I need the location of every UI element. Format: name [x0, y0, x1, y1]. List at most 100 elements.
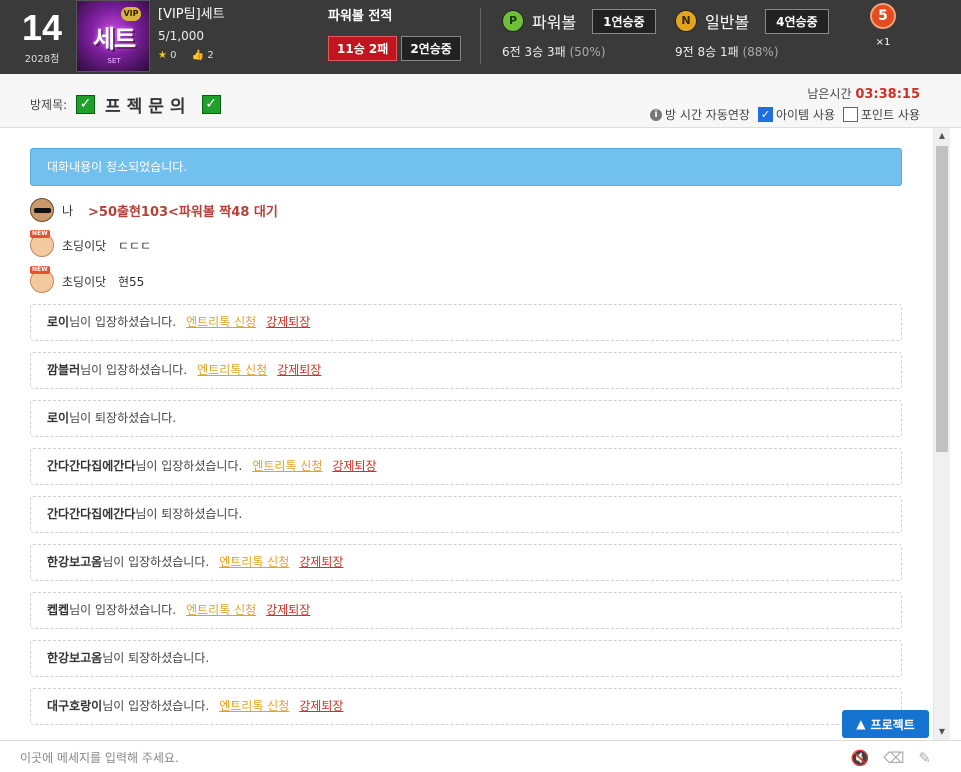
entry-talk-link[interactable]: 엔트리톡 신청 — [219, 699, 289, 713]
normalball-streak: 4연승중 — [765, 8, 829, 34]
powerball-streak: 1연승중 — [592, 8, 656, 34]
star-icon: ★ — [158, 50, 167, 61]
check-icon: ✓ — [76, 95, 95, 114]
avatar[interactable]: NEW — [30, 266, 54, 293]
system-user[interactable]: 간다간다집에간다 — [47, 459, 135, 473]
item-use-label: 아이템 사용 — [775, 108, 835, 122]
magic-wand-icon[interactable]: ✎ — [918, 749, 931, 767]
room-title-label: 방제목: — [30, 98, 68, 112]
info-icon: i — [650, 108, 663, 121]
system-text: 님이 입장하셨습니다. — [135, 459, 243, 473]
system-message: 한강보고옴님이 퇴장하셨습니다. — [30, 640, 902, 677]
level-number: 14 — [21, 7, 63, 48]
point-use-checkbox[interactable] — [842, 107, 858, 122]
system-message: 로이님이 퇴장하셨습니다. — [30, 400, 902, 437]
scroll-down-icon[interactable]: ▼ — [934, 724, 950, 740]
system-user[interactable]: 로이 — [47, 315, 69, 329]
entry-talk-link[interactable]: 엔트리톡 신청 — [186, 603, 256, 617]
item-use-checkbox[interactable]: ✓ — [757, 107, 773, 122]
chat-cleared-notice: 대화내용이 청소되었습니다. — [30, 148, 902, 186]
kick-link[interactable]: 강제퇴장 — [277, 363, 321, 377]
record-label: 파워볼 전적 — [328, 9, 393, 24]
room-stats: ★ 0 👍 2 — [158, 49, 308, 63]
room-title: [VIP팀]세트 — [158, 7, 225, 22]
powerball-record: 파워볼 전적 11승 2패 2연승중 — [328, 8, 461, 61]
chat-text: 현55 — [118, 274, 145, 289]
system-user[interactable]: 로이 — [47, 411, 69, 425]
kick-link[interactable]: 강제퇴장 — [266, 603, 310, 617]
entry-talk-link[interactable]: 엔트리톡 신청 — [252, 459, 322, 473]
system-message: 간다간다집에간다님이 입장하셨습니다. 엔트리톡 신청 강제퇴장 — [30, 448, 902, 485]
record-win-loss: 11승 2패 — [328, 36, 398, 61]
system-user[interactable]: 한강보고옴 — [47, 555, 102, 569]
powerball-icon: P — [502, 10, 524, 32]
system-message: 간다간다집에간다님이 퇴장하셨습니다. — [30, 496, 902, 533]
remaining-time-value: 03:38:15 — [855, 87, 920, 102]
system-text: 님이 퇴장하셨습니다. — [69, 411, 177, 425]
kick-link[interactable]: 강제퇴장 — [299, 555, 343, 569]
powerball-stats: P 파워볼 1연승중 6전 3승 3패 (50%) — [502, 8, 656, 60]
system-text: 님이 퇴장하셨습니다. — [102, 651, 210, 665]
chat-nickname[interactable]: 초딩이닷 — [62, 273, 118, 290]
multiplier-text: ×1 — [875, 37, 891, 48]
auto-extend-option[interactable]: i 방 시간 자동연장 — [650, 106, 750, 123]
point-use-label: 포인트 사용 — [860, 108, 920, 122]
powerball-label: 파워볼 — [532, 13, 577, 32]
thumbs-up-icon: 👍 — [191, 50, 205, 61]
kick-link[interactable]: 강제퇴장 — [299, 699, 343, 713]
avatar[interactable] — [30, 198, 54, 222]
scroll-up-icon[interactable]: ▲ — [934, 128, 950, 144]
kick-link[interactable]: 강제퇴장 — [266, 315, 310, 329]
system-user[interactable]: 대구호랑이 — [47, 699, 102, 713]
remaining-time-label: 남은시간 — [807, 87, 852, 101]
system-text: 님이 입장하셨습니다. — [69, 315, 177, 329]
entry-talk-link[interactable]: 엔트리톡 신청 — [219, 555, 289, 569]
project-button-label: 프로젝트 — [870, 717, 915, 732]
avatar[interactable]: NEW — [30, 230, 54, 257]
system-user[interactable]: 한강보고옴 — [47, 651, 102, 665]
powerball-summary-text: 6전 3승 3패 — [502, 45, 566, 59]
project-button[interactable]: ▲ 프로젝트 — [842, 710, 929, 738]
chat-input[interactable] — [20, 747, 800, 769]
room-name: ✓ 프젝문의 ✓ — [76, 92, 221, 117]
system-user[interactable]: 켑켑 — [47, 603, 69, 617]
level-points: 2028점 — [24, 54, 60, 65]
kick-link[interactable]: 강제퇴장 — [332, 459, 376, 473]
record-streak: 2연승중 — [401, 36, 461, 61]
check-icon: ✓ — [201, 95, 221, 114]
system-text: 님이 입장하셨습니다. — [69, 603, 177, 617]
normalball-label: 일반볼 — [705, 13, 750, 32]
new-badge-icon: NEW — [30, 266, 50, 274]
number-five-icon: 5 — [870, 3, 896, 29]
system-message: 로이님이 입장하셨습니다. 엔트리톡 신청 강제퇴장 — [30, 304, 902, 341]
entry-talk-link[interactable]: 엔트리톡 신청 — [197, 363, 267, 377]
room-info: [VIP팀]세트 5/1,000 ★ 0 👍 2 — [158, 6, 308, 63]
system-user[interactable]: 간다간다집에간다 — [47, 507, 135, 521]
room-header: 14 2028점 VIP 세트 SET [VIP팀]세트 5/1,000 ★ 0… — [0, 0, 961, 74]
chat-nickname[interactable]: 나 — [62, 202, 88, 219]
scroll-thumb[interactable] — [936, 146, 948, 452]
input-tools: 🔇 ⌫ ✎ — [851, 749, 931, 767]
normalball-summary-pct: (88%) — [742, 45, 779, 59]
eraser-icon[interactable]: ⌫ — [883, 749, 904, 767]
chat-scrollbar[interactable]: ▲ ▼ — [933, 128, 950, 740]
caret-up-icon: ▲ — [856, 717, 866, 731]
room-subbar: 방제목: ✓ 프젝문의 ✓ 남은시간 03:38:15 i 방 시간 자동연장 … — [0, 74, 961, 128]
level-box: 14 2028점 — [14, 8, 70, 68]
system-message: 켑켑님이 입장하셨습니다. 엔트리톡 신청 강제퇴장 — [30, 592, 902, 629]
chat-area: 대화내용이 청소되었습니다. 나 >50출현103<파워볼 짝48 대기 NEW… — [0, 128, 933, 740]
normalball-summary-text: 9전 8승 1패 — [675, 45, 739, 59]
system-text: 님이 입장하셨습니다. — [102, 555, 210, 569]
system-text: 님이 입장하셨습니다. — [80, 363, 188, 377]
entry-talk-link[interactable]: 엔트리톡 신청 — [186, 315, 256, 329]
mute-icon[interactable]: 🔇 — [851, 749, 870, 767]
system-user[interactable]: 깜블러 — [47, 363, 80, 377]
normalball-summary: 9전 8승 1패 (88%) — [675, 43, 829, 60]
system-message: 대구호랑이님이 입장하셨습니다. 엔트리톡 신청 강제퇴장 — [30, 688, 902, 725]
room-thumbnail-text: 세트 — [92, 25, 136, 53]
chat-message: NEW 초딩이닷 현55 — [30, 266, 145, 294]
system-message: 깜블러님이 입장하셨습니다. 엔트리톡 신청 강제퇴장 — [30, 352, 902, 389]
point-use-option[interactable]: 포인트 사용 — [842, 106, 920, 123]
item-use-option[interactable]: ✓ 아이템 사용 — [757, 106, 835, 123]
chat-nickname[interactable]: 초딩이닷 — [62, 237, 118, 254]
